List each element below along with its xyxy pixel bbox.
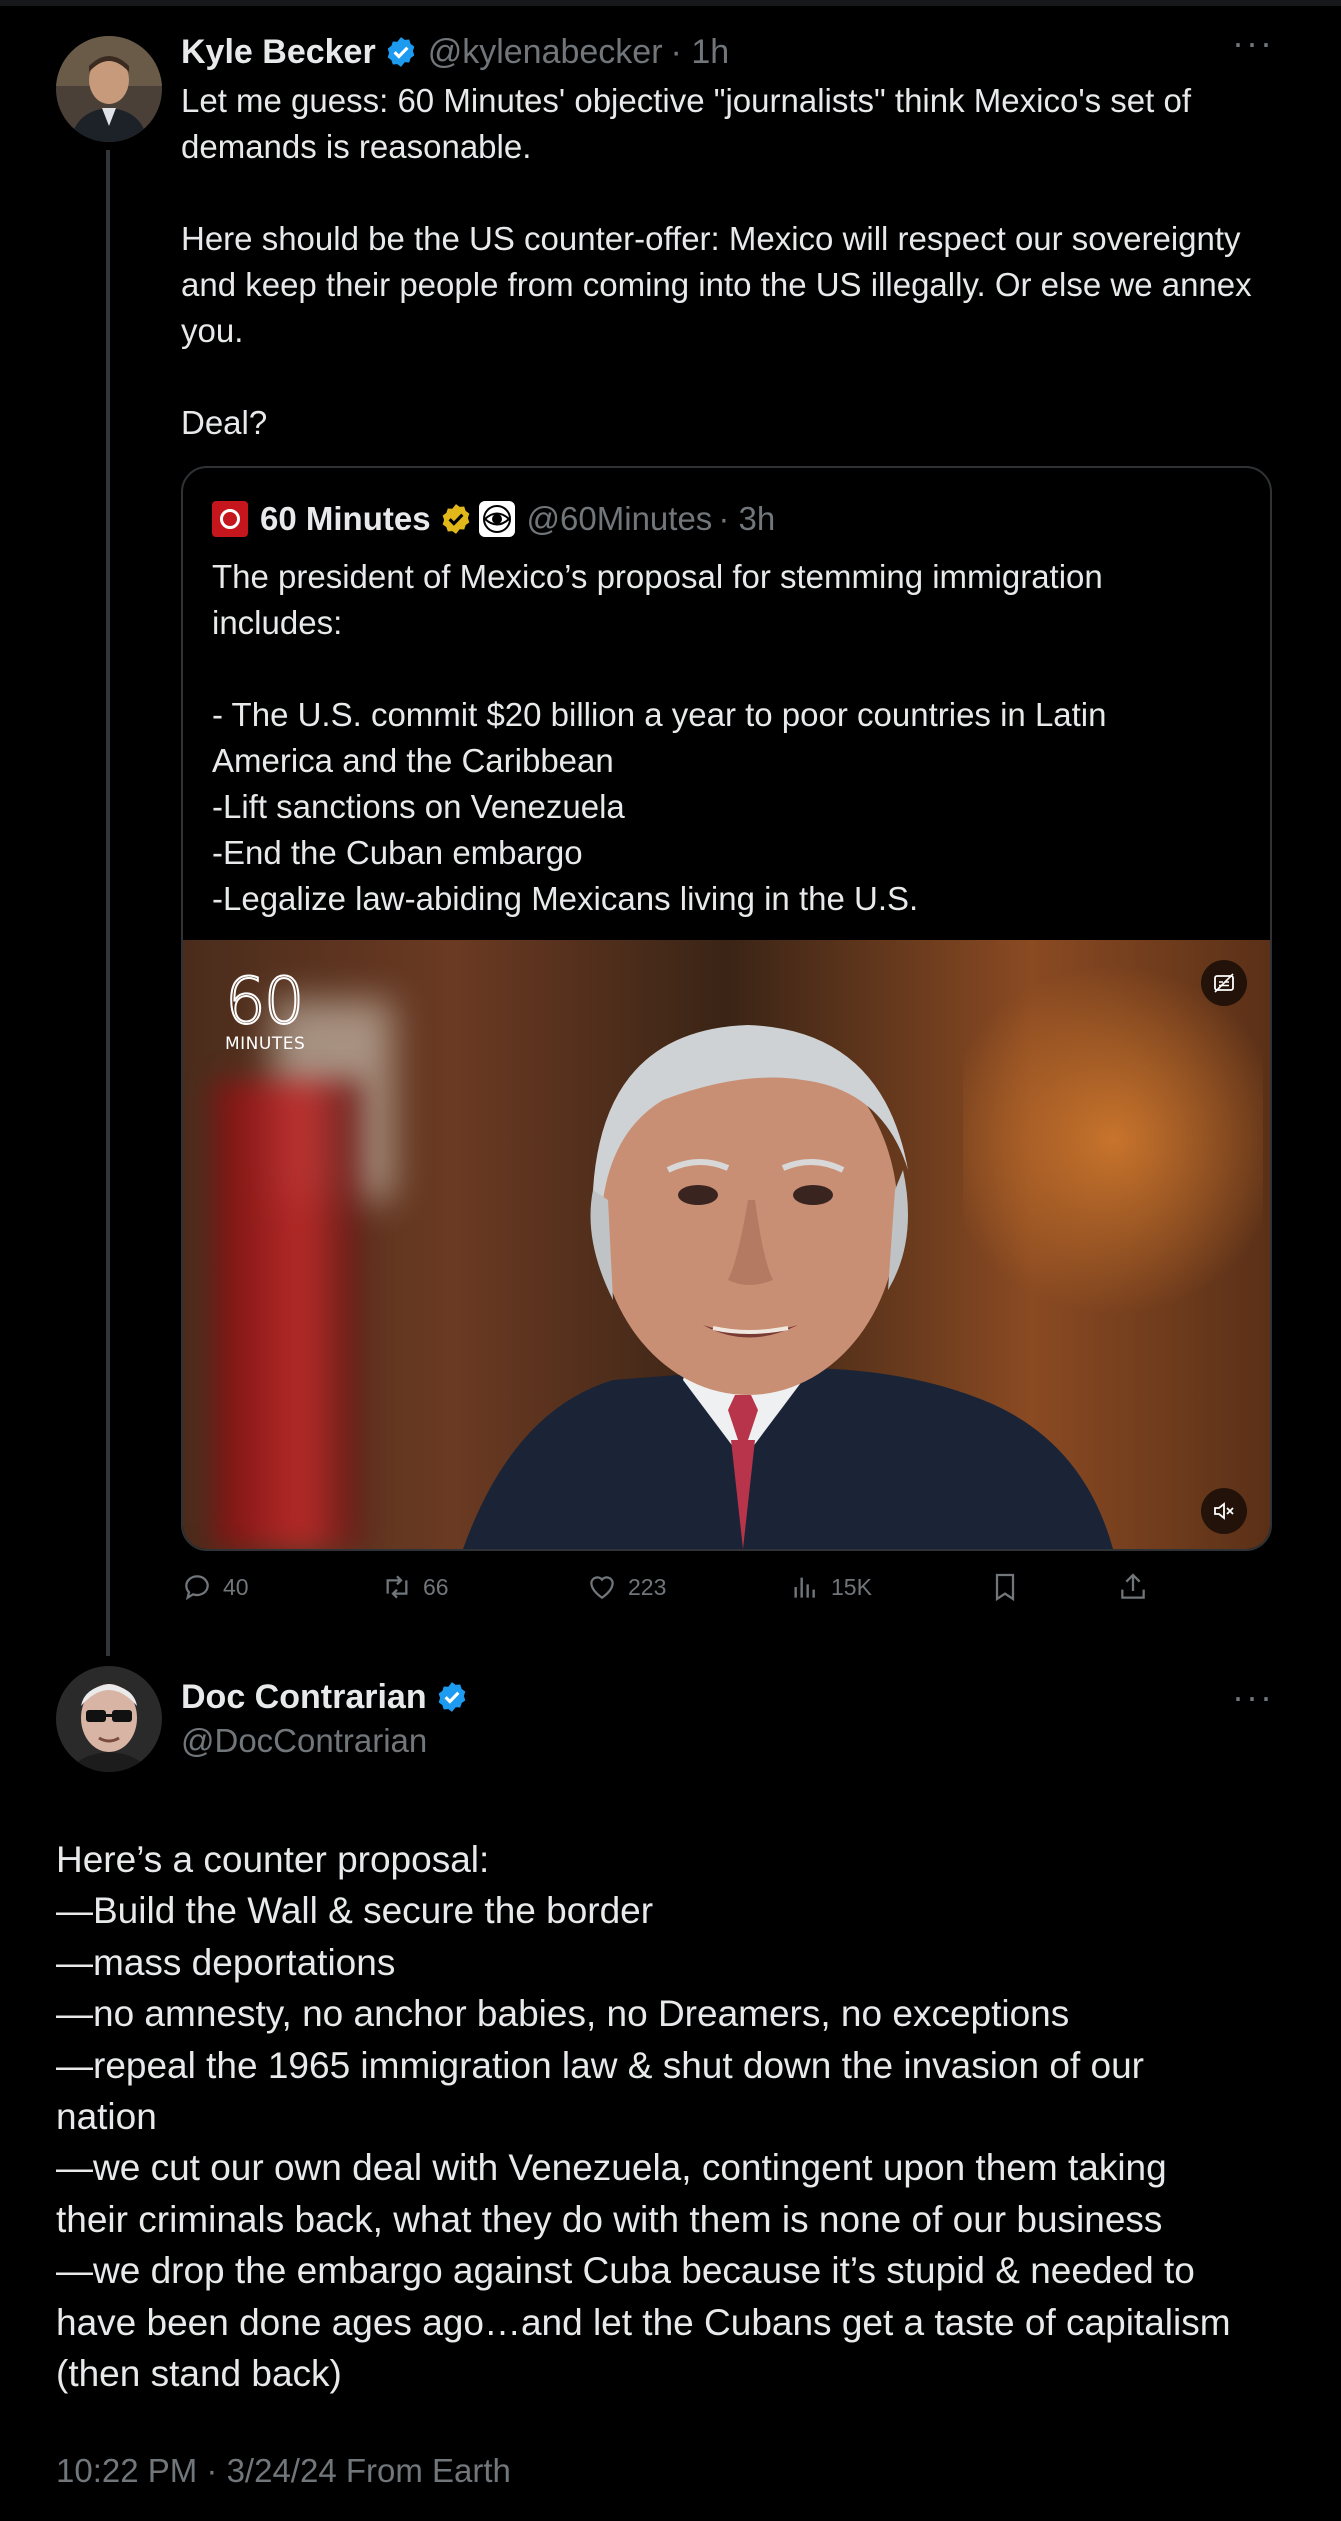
tweet-paragraph: Here should be the US counter-offer: Mex…	[181, 220, 1252, 349]
reply-button[interactable]: 40	[181, 1562, 249, 1612]
reply-author-header: Doc Contrarian	[181, 1675, 479, 1719]
like-button[interactable]: 223	[586, 1562, 666, 1612]
quote-body: The president of Mexico’s proposal for s…	[212, 554, 1232, 922]
quote-list: - The U.S. commit $20 billion a year to …	[212, 696, 1107, 917]
quote-time[interactable]: · 3h	[718, 500, 775, 538]
reply-author-name[interactable]: Doc Contrarian	[181, 1678, 427, 1717]
share-button[interactable]	[1117, 1562, 1159, 1612]
quote-header: 60 Minutes @60Minutes · 3h	[212, 498, 775, 540]
reply-line: —we drop the embargo against Cuba becaus…	[56, 2250, 1195, 2292]
like-icon	[590, 1576, 614, 1600]
bookmark-icon	[995, 1573, 1015, 1602]
views-icon	[794, 1577, 815, 1598]
doc-contrarian-avatar[interactable]	[56, 1666, 162, 1772]
author-handle[interactable]: @kylenabecker	[428, 33, 663, 72]
reply-line: —we cut our own deal with Venezuela, con…	[56, 2147, 1167, 2189]
bookmark-button[interactable]	[989, 1562, 1031, 1612]
more-icon[interactable]: ···	[1232, 1676, 1274, 1718]
reply-line: nation	[56, 2096, 157, 2138]
tweet-paragraph: Let me guess: 60 Minutes' objective "jou…	[181, 82, 1191, 165]
quote-author-handle[interactable]: @60Minutes	[527, 500, 713, 538]
captions-icon[interactable]	[1201, 960, 1247, 1006]
reply-line: their criminals back, what they do with …	[56, 2198, 1163, 2240]
reply-line: —no amnesty, no anchor babies, no Dreame…	[56, 1993, 1070, 2035]
speaker-figure	[463, 1025, 1113, 1549]
kyle-becker-avatar[interactable]	[56, 36, 162, 142]
reply-count: 40	[223, 1573, 249, 1600]
reply-icon	[185, 1575, 209, 1601]
repost-button[interactable]: 66	[381, 1562, 449, 1612]
views-button[interactable]: 15K	[789, 1562, 872, 1612]
tweet-paragraph: Deal?	[181, 404, 268, 441]
reply-line: have been done ages ago…and let the Cuba…	[56, 2301, 1231, 2343]
reply-line: —mass deportations	[56, 1941, 396, 1983]
mute-icon[interactable]	[1201, 1488, 1247, 1534]
reply-line: Here’s a counter proposal:	[56, 1839, 490, 1880]
reply-timestamp[interactable]: 10:22 PM · 3/24/24 From Earth	[56, 2452, 511, 2490]
like-count: 223	[628, 1573, 667, 1600]
verified-badge-icon	[435, 1680, 469, 1714]
quoted-tweet[interactable]: 60 Minutes @60Minutes · 3h The president…	[181, 466, 1272, 1551]
more-icon[interactable]: ···	[1232, 22, 1274, 64]
quote-paragraph: The president of Mexico’s proposal for s…	[212, 558, 1103, 641]
quote-author-name[interactable]: 60 Minutes	[260, 500, 431, 538]
tweet-body: Let me guess: 60 Minutes' objective "jou…	[181, 78, 1271, 446]
reply-author-handle[interactable]: @DocContrarian	[181, 1722, 427, 1760]
verified-badge-icon	[384, 35, 418, 69]
tweet-time[interactable]: · 1h	[671, 33, 730, 72]
tweet-actions: 40 66 223 15K	[181, 1562, 1271, 1612]
reply-body: Here’s a counter proposal: —Build the Wa…	[56, 1834, 1286, 2399]
60-minutes-avatar[interactable]	[212, 501, 248, 537]
tweet-header: Kyle Becker @kylenabecker · 1h	[181, 30, 729, 74]
reply-line: —repeal the 1965 immigration law & shut …	[56, 2044, 1144, 2086]
view-count: 15K	[831, 1573, 872, 1600]
author-name[interactable]: Kyle Becker	[181, 33, 376, 72]
reply-line: —Build the Wall & secure the border	[56, 1890, 654, 1932]
top-divider	[0, 0, 1341, 6]
share-icon	[1121, 1573, 1145, 1599]
repost-icon	[386, 1575, 408, 1599]
thread-connector	[106, 150, 110, 1656]
repost-count: 66	[423, 1573, 449, 1600]
reply-line: (then stand back)	[56, 2353, 342, 2395]
video-player[interactable]: 60 MINUTES	[183, 940, 1270, 1549]
cbs-eye-icon	[478, 501, 515, 537]
verified-org-badge-icon	[439, 502, 473, 536]
